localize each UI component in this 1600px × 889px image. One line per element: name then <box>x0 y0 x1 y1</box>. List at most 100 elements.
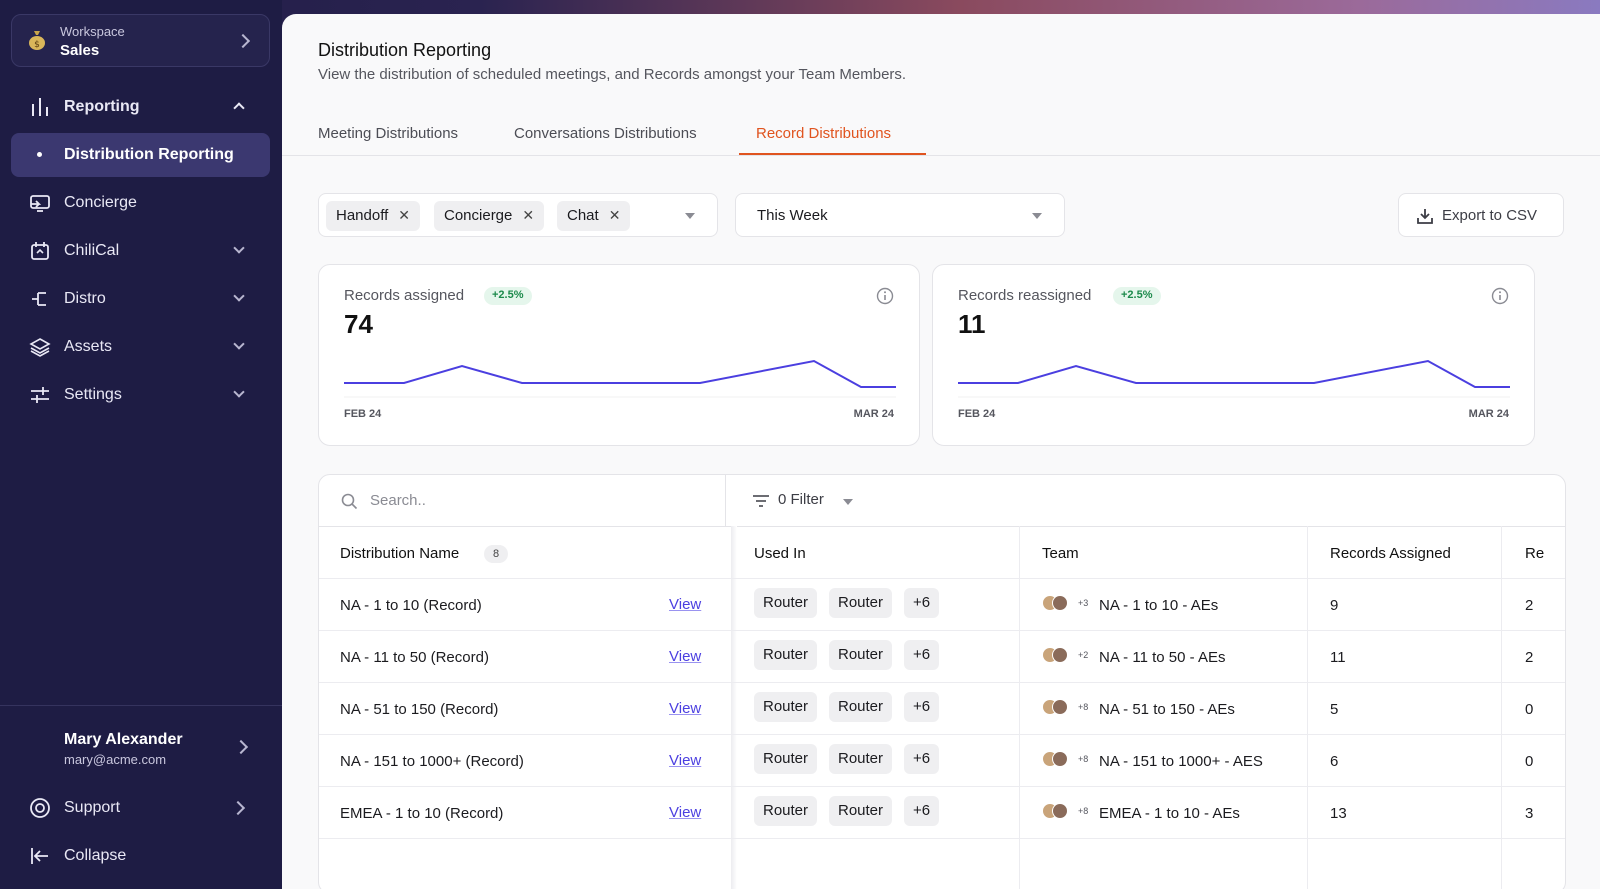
sidebar-item-label: Collapse <box>64 847 127 864</box>
team-name: NA - 11 to 50 - AEs <box>1099 649 1226 666</box>
chevron-down-icon <box>233 386 245 398</box>
used-in-pill: Router <box>829 640 893 670</box>
card-label: Records assigned <box>344 287 465 304</box>
view-link[interactable]: View <box>669 752 701 769</box>
search-input[interactable]: Search.. <box>370 492 426 509</box>
used-in-more-pill[interactable]: +6 <box>904 744 940 774</box>
col-header-next[interactable]: Re <box>1525 545 1544 562</box>
col-header-team[interactable]: Team <box>1042 545 1079 562</box>
user-email: mary@acme.com <box>64 752 167 767</box>
used-in-pill: Router <box>754 588 818 618</box>
chevron-down-icon <box>233 290 245 302</box>
view-link[interactable]: View <box>669 700 701 717</box>
info-icon[interactable] <box>876 287 894 305</box>
team-avatars: +3 <box>1042 595 1088 615</box>
filter-icon <box>753 495 769 507</box>
count-badge: 8 <box>484 545 508 563</box>
records-assigned-value: 13 <box>1330 805 1347 822</box>
workspace-name: Sales <box>60 42 100 59</box>
page-subtitle: View the distribution of scheduled meeti… <box>318 66 907 83</box>
tab-record-distributions[interactable]: Record Distributions <box>756 125 891 142</box>
col-header-used-in[interactable]: Used In <box>754 545 806 562</box>
toolbar-bottom-border <box>319 526 1565 527</box>
team-avatars: +8 <box>1042 699 1088 719</box>
search-icon <box>341 493 358 510</box>
chip-concierge: Concierge ✕ <box>434 201 545 231</box>
distro-icon <box>32 292 46 306</box>
chevron-up-icon <box>233 102 245 114</box>
card-value: 74 <box>344 309 373 339</box>
remove-chip-icon[interactable]: ✕ <box>609 207 621 223</box>
sidebar-item-support[interactable]: Support <box>11 786 270 830</box>
svg-text:$: $ <box>34 40 40 50</box>
col-header-records-assigned[interactable]: Records Assigned <box>1330 545 1451 562</box>
sidebar-item-distro[interactable]: Distro <box>11 277 270 321</box>
sidebar-item-assets[interactable]: Assets <box>11 325 270 369</box>
distribution-table: Search.. 0 Filter Distribution Name 8 Us… <box>318 474 1566 889</box>
sidebar-item-label: Assets <box>64 338 113 355</box>
collapse-icon <box>31 848 48 864</box>
user-name: Mary Alexander <box>64 731 183 748</box>
used-in-more-pill[interactable]: +6 <box>904 588 940 618</box>
period-value: This Week <box>757 207 828 224</box>
trend-badge: +2.5% <box>484 287 532 305</box>
used-in-pill: Router <box>829 588 893 618</box>
bar-chart-icon <box>32 98 48 116</box>
source-multiselect[interactable]: Handoff ✕ Concierge ✕ Chat ✕ <box>318 193 718 237</box>
info-icon[interactable] <box>1491 287 1509 305</box>
used-in-more-pill[interactable]: +6 <box>904 692 940 722</box>
sidebar-item-concierge[interactable]: Concierge <box>11 181 270 225</box>
avatar <box>1052 699 1068 715</box>
card-value: 11 <box>958 309 986 339</box>
sidebar-item-label: Distro <box>64 290 106 307</box>
sparkline <box>958 359 1510 398</box>
concierge-icon <box>30 195 50 212</box>
used-in-pill: Router <box>754 796 818 826</box>
view-link[interactable]: View <box>669 648 701 665</box>
trend-badge: +2.5% <box>1113 287 1161 305</box>
tab-meeting-distributions[interactable]: Meeting Distributions <box>318 125 458 142</box>
col-header-distribution-name[interactable]: Distribution Name <box>340 545 459 562</box>
avatar-more-count: +8 <box>1078 702 1089 712</box>
used-in-pill: Router <box>754 692 818 722</box>
used-in-pill: Router <box>829 744 893 774</box>
chip-handoff: Handoff ✕ <box>326 201 420 231</box>
next-column-value: 2 <box>1525 649 1534 666</box>
calendar-icon <box>31 242 49 260</box>
team-avatars: +2 <box>1042 647 1088 667</box>
row-divider <box>319 838 1565 839</box>
filter-button[interactable]: 0 Filter <box>778 491 824 508</box>
distribution-name: EMEA - 1 to 10 (Record) <box>340 805 504 822</box>
chip-label: Concierge <box>444 207 513 224</box>
tab-conversations-distributions[interactable]: Conversations Distributions <box>514 125 697 142</box>
records-reassigned-card: Records reassigned +2.5% 11 FEB 24 MAR 2… <box>932 264 1535 446</box>
caret-down-icon <box>685 213 695 219</box>
page-title: Distribution Reporting <box>318 40 492 60</box>
sidebar-item-reporting[interactable]: Reporting <box>11 85 270 129</box>
sparkline <box>344 359 896 398</box>
avatar <box>1052 751 1068 767</box>
sidebar-divider <box>0 705 282 706</box>
avatar <box>1052 803 1068 819</box>
sidebar-item-distribution-reporting[interactable]: Distribution Reporting <box>11 133 270 177</box>
remove-chip-icon[interactable]: ✕ <box>398 207 410 223</box>
sidebar-item-settings[interactable]: Settings <box>11 373 270 417</box>
toolbar-divider <box>725 475 726 526</box>
sidebar-item-chilical[interactable]: ChiliCal <box>11 229 270 273</box>
collapse-button[interactable]: Collapse <box>11 834 270 878</box>
workspace-label: Workspace <box>60 24 125 39</box>
view-link[interactable]: View <box>669 596 701 613</box>
remove-chip-icon[interactable]: ✕ <box>522 207 534 223</box>
x-axis-start-label: FEB 24 <box>958 408 996 420</box>
used-in-more-pill[interactable]: +6 <box>904 796 940 826</box>
used-in-more-pill[interactable]: +6 <box>904 640 940 670</box>
chip-chat: Chat ✕ <box>557 201 631 231</box>
avatar <box>1052 647 1068 663</box>
main-panel: Distribution Reporting View the distribu… <box>282 14 1600 889</box>
used-in-pill: Router <box>754 640 818 670</box>
export-csv-button[interactable]: Export to CSV <box>1398 193 1564 237</box>
period-select[interactable]: This Week <box>735 193 1065 237</box>
workspace-switcher[interactable]: $ Workspace Sales <box>11 14 270 67</box>
lifebuoy-icon <box>30 798 50 818</box>
view-link[interactable]: View <box>669 804 701 821</box>
